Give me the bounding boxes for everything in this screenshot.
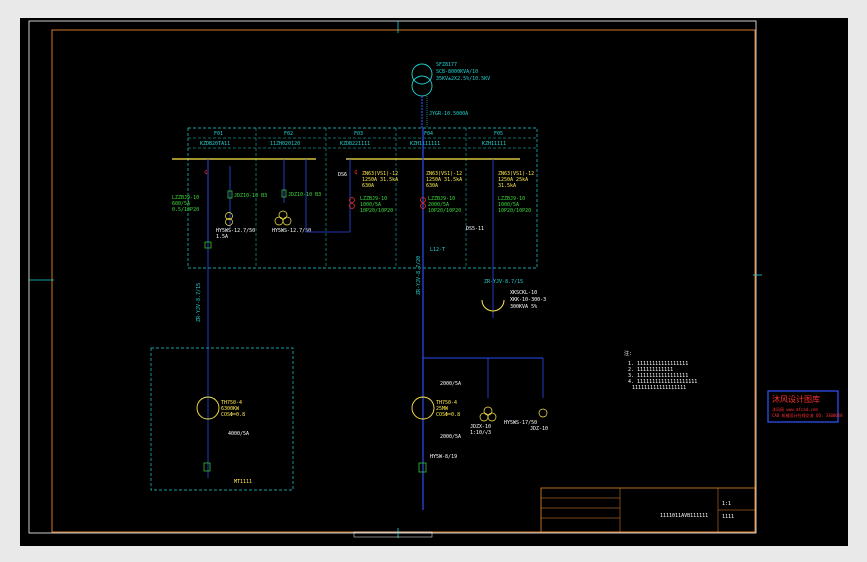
gen1-cable-label: ZR-YJV-8.7/15 [196,283,202,322]
feeder3-brk3: 630A [362,183,374,189]
feeder4-ct3: 10P20/10P20 [428,208,461,214]
gen2-ct2: 2000/5A [440,434,461,440]
feeder1-pt-label: JDZ10-10 B3 [234,193,267,199]
transformer-secondary-winding [411,75,433,97]
feeder5-cable-label: ZR-YJV-8.7/15 [484,279,523,285]
reactor-label-2: XKK-10-300-3 [510,297,546,303]
gen2-pt3: JDZ-10 [530,426,548,432]
gen1-ct: 4000/5A [228,431,249,437]
feeder2-pt-c [282,216,292,226]
single-line-diagram: SFZ8177 SCB-8000KVA/10 35KV±2X2.5%/10.5K… [28,20,843,538]
title-block-text: 1111011AVB111111 [660,513,708,519]
feeder-code-2: 11ZH020120 [270,141,300,147]
notes-title: 注: [624,350,632,357]
stamp-line-2: 沐风网 www.mfcad.com [772,406,818,412]
feeder5-pt: DS5-11 [466,226,484,232]
feeder1-breaker: ¢ [204,169,208,176]
gen1-grounding [203,462,211,472]
feeder-name-4: F04 [424,131,433,137]
feeder-name-2: F02 [284,131,293,137]
gen1-label: MT1111 [234,479,252,485]
feeder-name-1: F01 [214,131,223,137]
feeder-code-1: KZDB20TA11 [200,141,230,147]
feeder4-brk3: 630A [426,183,438,189]
outer-frame [28,20,757,534]
gen2-pt-right [538,408,548,418]
feeder-name-3: F03 [354,131,363,137]
gen2-pt-b [479,412,489,422]
feeder-code-5: KZH11111 [482,141,506,147]
inner-border [51,29,756,533]
feeder2-pt-a [278,210,288,220]
feeder3-label: DS6 [338,172,347,178]
generator1-enclosure [150,347,294,491]
gen2-arrester: HY5W-8/19 [430,454,457,460]
feeder5-brk3: 31.5kA [498,183,516,189]
feeder2-pt-b [274,216,284,226]
reactor-label-1: XKSCKL-10 [510,290,537,296]
stamp-title: 沐风设计图库 [772,394,820,404]
gen2-pt-a [483,406,493,416]
transformer-label-1: SFZ8177 [436,62,457,68]
title-block-sheet: 1111 [722,514,734,520]
gen2-pt2: 1:10/√3 [470,430,491,436]
gen2-pt-c [487,412,497,422]
feeder2-pt-label: JDZ10-10 B3 [288,192,321,198]
busbar-duct-label: JYGR-10.5000A [429,111,468,117]
gen1-c: COSΦ=0.8 [221,412,245,418]
feeder-code-4: KZH1111111 [410,141,440,147]
title-block-scale: 1:1 [722,501,731,507]
feeder2-arrester-label: HY5WS-12.7/50 [272,228,311,234]
feeder1-ct-label3: 0.5/10P20 [172,207,199,213]
transformer-label-2: SCB-8000KVA/10 [436,69,478,75]
main-cable-label: ZR-YJV-8.7/20 [416,256,422,295]
feeder-code-3: KZDB221111 [340,141,370,147]
feeder-name-5: F05 [494,131,503,137]
transformer-primary-winding [411,63,433,85]
transformer-label-3: 35KV±2X2.5%/10.5KV [436,76,490,82]
stamp-line-3: CAD 机械设计在线交流 QQ: 3300058 [772,412,843,418]
feeder3-breaker: ¢ [354,169,358,176]
note-5: 111111111111111111 [632,385,686,391]
cad-drawing-canvas[interactable]: SFZ8177 SCB-8000KVA/10 35KV±2X2.5%/10.5K… [20,18,848,546]
reactor-label-3: 300KVA 5% [510,304,537,310]
feeder3-ct3: 10P20/10P20 [360,208,393,214]
gen2-c: COSΦ=0.8 [436,412,460,418]
gen2-ct1: 2000/5A [440,381,461,387]
feeder5-ct3: 10P20/10P20 [498,208,531,214]
feeder4-pt: L12-T [430,247,445,253]
feeder1-fuse-label: 1.5A [216,234,228,240]
